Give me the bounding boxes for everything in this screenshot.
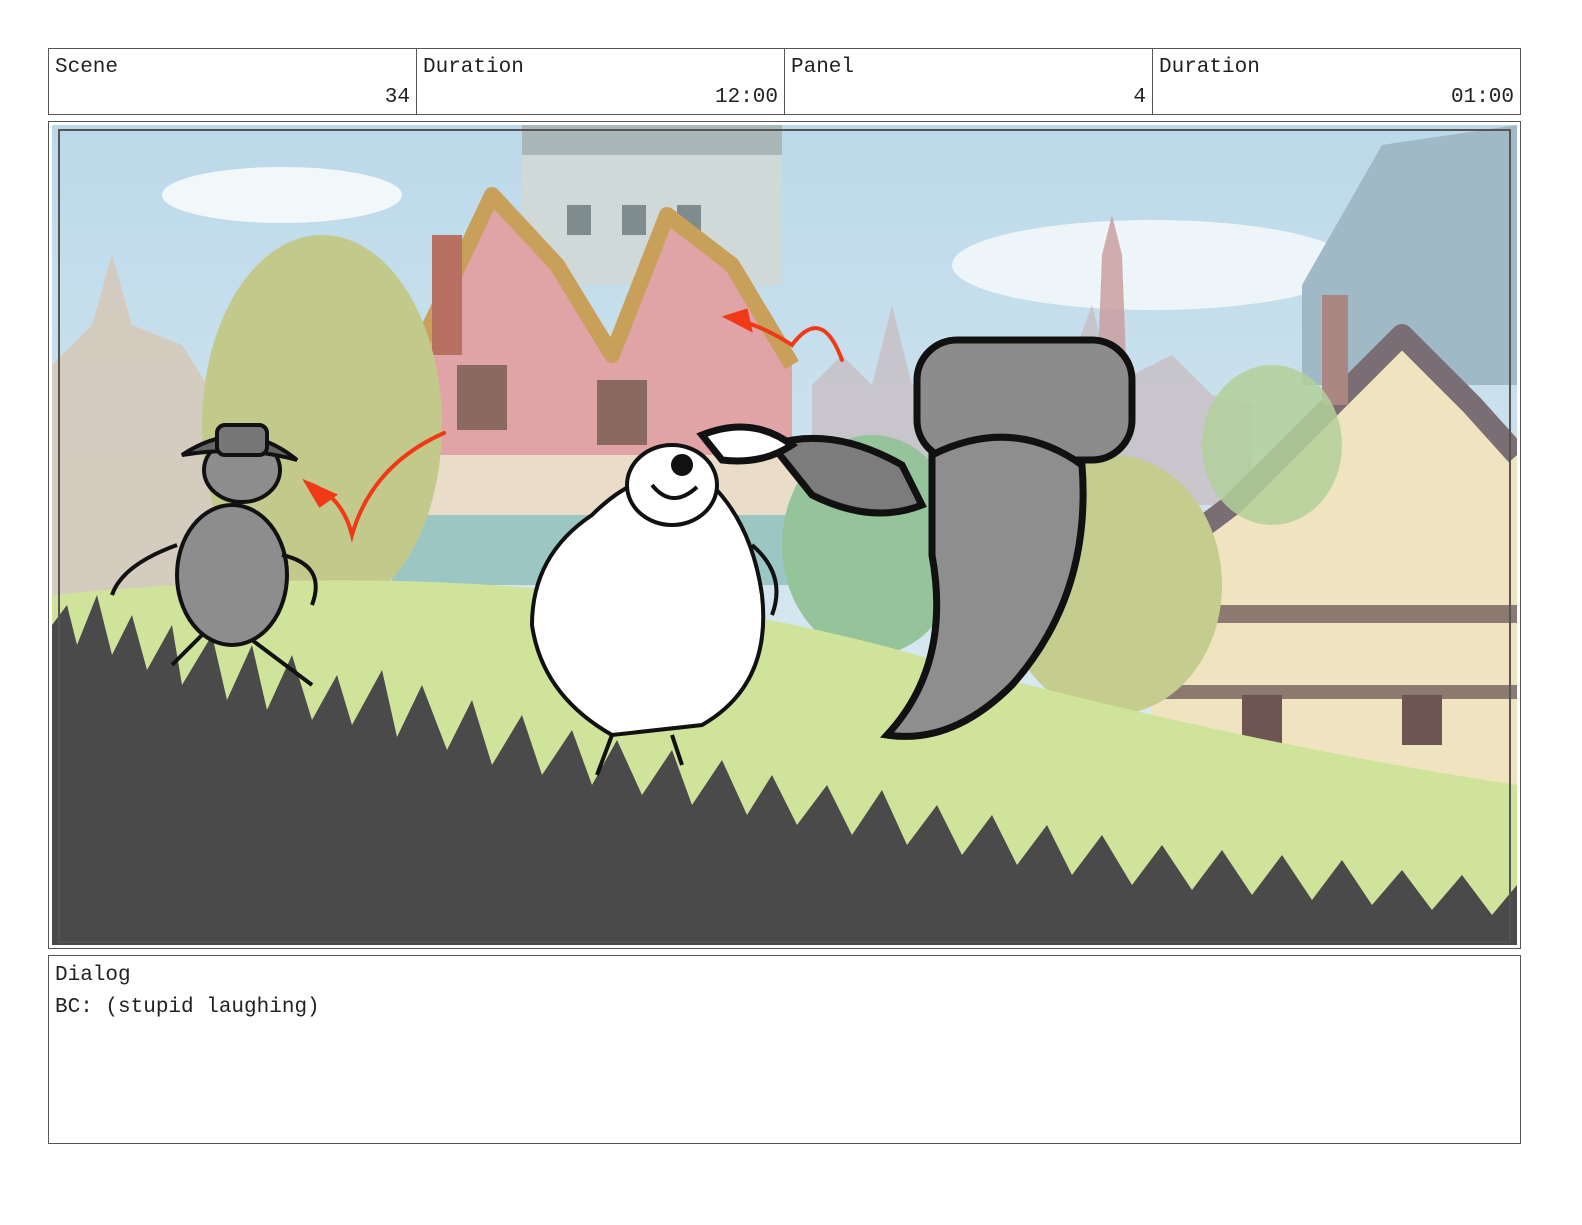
- pink-house-window: [597, 380, 647, 445]
- storyboard-drawing: [52, 125, 1517, 945]
- storyboard-panel: [48, 121, 1521, 949]
- scene-duration-label: Duration: [423, 56, 524, 79]
- scene-duration-cell: Duration 12:00: [417, 49, 785, 114]
- cloud: [162, 167, 402, 223]
- scene-label: Scene: [55, 56, 119, 79]
- tree: [1202, 365, 1342, 525]
- scene-duration-value: 12:00: [714, 86, 778, 109]
- dialog-label: Dialog: [55, 964, 131, 987]
- panel-duration-label: Duration: [1159, 56, 1260, 79]
- dialog-text: BC: (stupid laughing): [55, 996, 320, 1019]
- scene-cell: Scene 34: [49, 49, 417, 114]
- panel-info-header: Scene 34 Duration 12:00 Panel 4 Duration…: [48, 48, 1521, 115]
- pink-house-window: [457, 365, 507, 430]
- tudor-window: [1402, 695, 1442, 745]
- panel-value: 4: [1133, 86, 1146, 109]
- tudor-chimney: [1322, 295, 1348, 405]
- panel-duration-cell: Duration 01:00: [1153, 49, 1520, 114]
- panel-cell: Panel 4: [785, 49, 1153, 114]
- tower-window: [567, 205, 591, 235]
- cloud: [952, 220, 1352, 310]
- tudor-beam: [1162, 685, 1517, 699]
- chimney: [432, 235, 462, 355]
- tower-window: [622, 205, 646, 235]
- panel-label: Panel: [791, 56, 855, 79]
- dialog-box: Dialog BC: (stupid laughing): [48, 955, 1521, 1144]
- scene-value: 34: [384, 86, 410, 109]
- panel-duration-value: 01:00: [1450, 86, 1514, 109]
